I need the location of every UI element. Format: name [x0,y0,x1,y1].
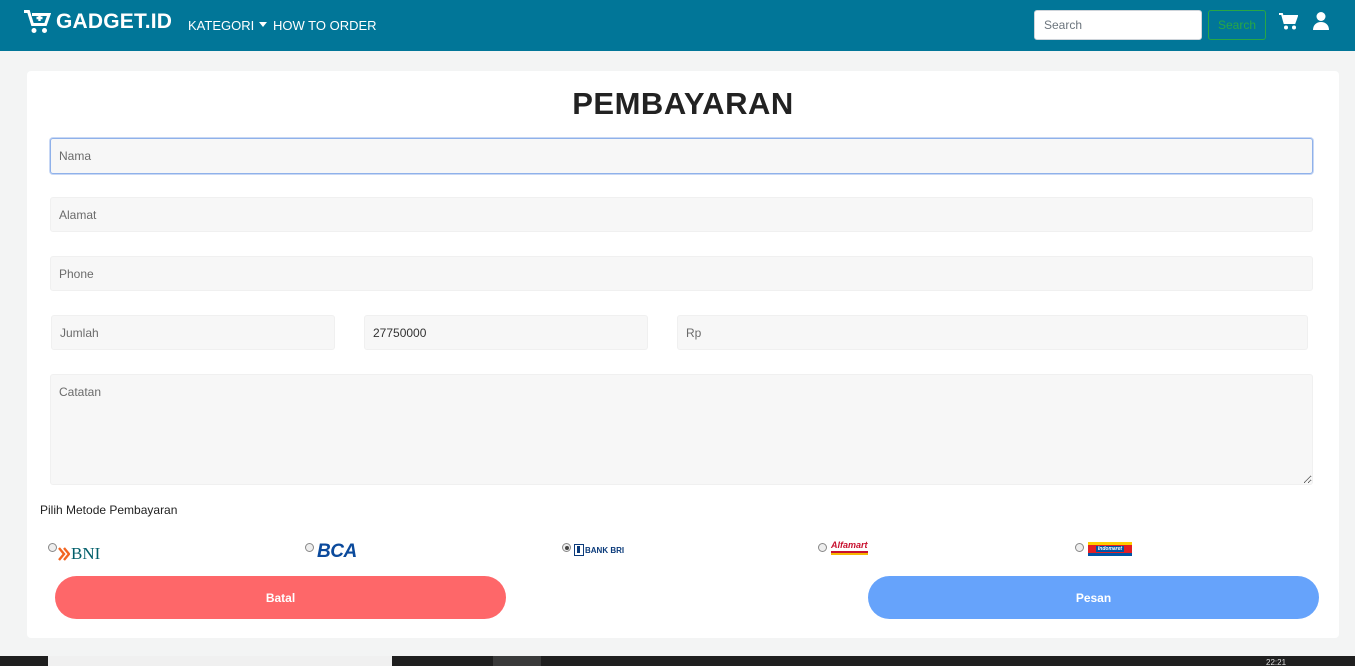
brand-link[interactable]: GADGET.ID [24,10,172,34]
radio-bri[interactable] [562,543,571,552]
caret-down-icon [259,22,268,28]
payment-option-indomaret[interactable]: Indomaret [1075,541,1132,556]
payment-option-alfamart[interactable]: Alfamart [818,541,868,555]
search-input[interactable] [1034,10,1202,40]
taskbar-active-app[interactable] [493,656,541,666]
payment-option-bni[interactable]: BNI [48,541,100,564]
os-taskbar: 22:21 [0,656,1355,666]
radio-bni[interactable] [48,543,57,552]
bca-logo-text: BCA [317,541,357,562]
catatan-textarea[interactable] [50,374,1313,485]
rp-total-input[interactable] [677,315,1308,350]
search-button[interactable]: Search [1208,10,1266,40]
harga-input[interactable] [364,315,648,350]
page-title: PEMBAYARAN [572,86,794,121]
indomaret-logo-text: Indomaret [1095,546,1125,552]
jumlah-input[interactable] [51,315,335,350]
radio-indomaret[interactable] [1075,543,1084,552]
payment-option-bri[interactable]: BANK BRI [562,541,624,556]
cart-plus-icon [24,10,51,33]
payment-option-bca[interactable]: BCA [305,541,357,563]
navbar: GADGET.ID KATEGORI HOW TO ORDER Search [0,0,1355,51]
alamat-input[interactable] [50,197,1313,232]
nav-how-to-order[interactable]: HOW TO ORDER [273,18,377,33]
pesan-button[interactable]: Pesan [868,576,1319,619]
taskbar-search-box[interactable] [48,656,392,666]
bni-logo-text: BNI [71,544,101,563]
bri-logo-text: BANK BRI [585,545,625,555]
radio-bca[interactable] [305,543,314,552]
batal-button[interactable]: Batal [55,576,506,619]
alfamart-logo-text: Alfamart [831,540,868,550]
nav-kategori-label: KATEGORI [188,18,255,33]
nav-kategori-dropdown[interactable]: KATEGORI [188,18,268,33]
phone-input[interactable] [50,256,1313,291]
bri-logo-icon [574,544,584,556]
payment-method-label: Pilih Metode Pembayaran [40,503,178,517]
taskbar-clock: 22:21 [1266,658,1287,666]
alfamart-logo: Alfamart [831,541,868,555]
nama-input[interactable] [50,138,1313,174]
cart-icon[interactable] [1279,13,1298,30]
indomaret-logo: Indomaret [1088,542,1132,556]
user-icon[interactable] [1313,12,1329,30]
payment-card: PEMBAYARAN Pilih Metode Pembayaran BNI B… [27,71,1339,638]
brand-name: GADGET.ID [56,10,173,33]
radio-alfamart[interactable] [818,543,827,552]
bni-logo-icon [58,547,70,561]
